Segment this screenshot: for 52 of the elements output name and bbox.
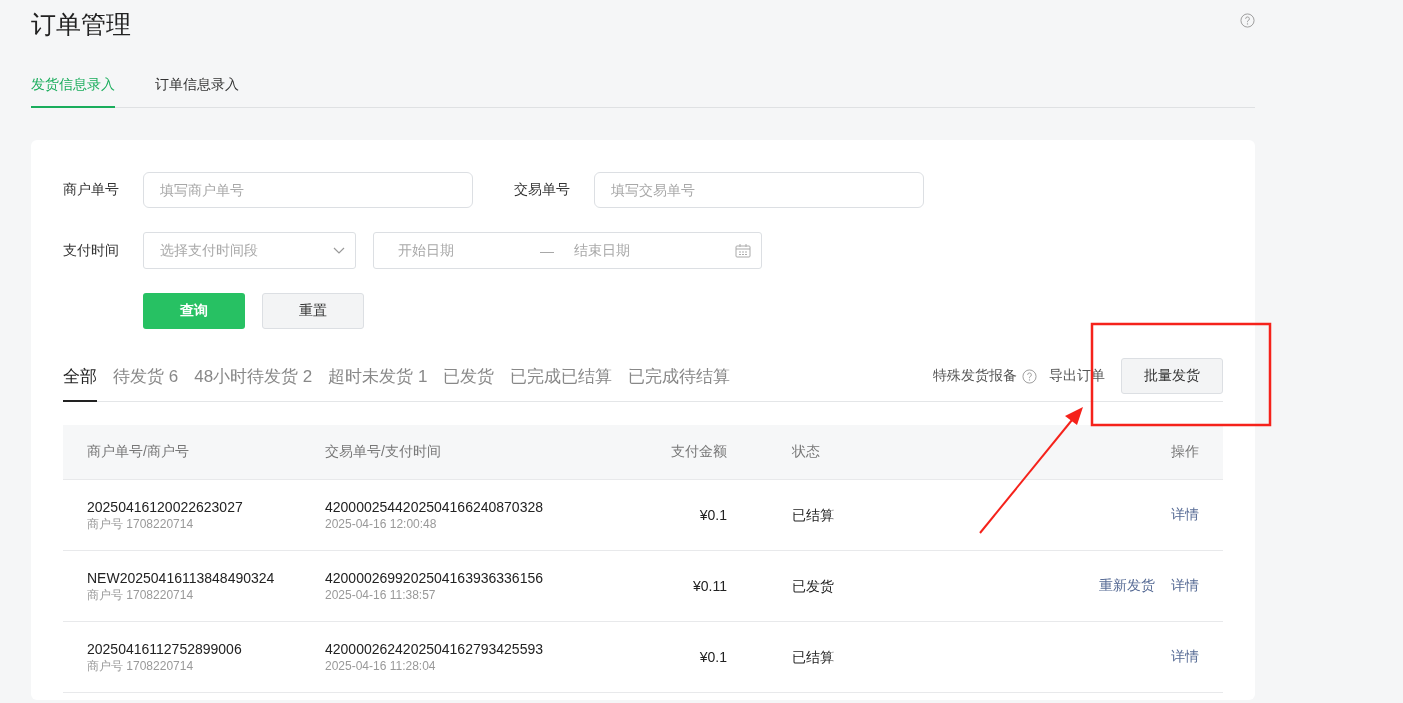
special-report-link[interactable]: 特殊发货报备 bbox=[933, 367, 1017, 385]
column-header: 商户单号/商户号 bbox=[87, 443, 189, 459]
dropdown-placeholder: 选择支付时间段 bbox=[160, 241, 258, 260]
order-status: 已结算 bbox=[792, 507, 834, 523]
status-tab[interactable]: 已发货 bbox=[443, 365, 495, 402]
status-tab[interactable]: 已完成已结算 bbox=[510, 365, 613, 402]
reship-link[interactable]: 重新发货 bbox=[1099, 577, 1155, 593]
column-header: 操作 bbox=[1171, 443, 1199, 459]
detail-link[interactable]: 详情 bbox=[1171, 577, 1199, 593]
help-icon[interactable] bbox=[1022, 368, 1037, 384]
merchant-id: 商户号 1708220714 bbox=[87, 516, 195, 532]
column-header: 支付金额 bbox=[671, 443, 727, 459]
merchant-order-number: 20250416112752899006 bbox=[87, 640, 243, 658]
status-tab[interactable]: 待发货 6 bbox=[113, 365, 179, 402]
merchant-order-number: NEW20250416113848490324 bbox=[87, 569, 276, 587]
tab[interactable]: 订单信息录入 bbox=[155, 76, 239, 108]
batch-ship-button[interactable]: 批量发货 bbox=[1121, 358, 1223, 394]
merchant-order-number: 20250416120022623027 bbox=[87, 498, 244, 516]
field-label: 商户单号 bbox=[63, 181, 120, 199]
status-tab[interactable]: 48小时待发货 2 bbox=[194, 365, 313, 402]
amount: ¥0.11 bbox=[693, 578, 727, 594]
trade-order-number: 4200002544202504166240870328 bbox=[325, 498, 544, 516]
field-label: 交易单号 bbox=[514, 181, 571, 199]
trade-order-field[interactable]: 填写交易单号 bbox=[594, 172, 924, 208]
detail-link[interactable]: 详情 bbox=[1171, 506, 1199, 522]
amount: ¥0.1 bbox=[699, 507, 727, 523]
status-tab[interactable]: 超时未发货 1 bbox=[328, 365, 428, 402]
column-header: 交易单号/支付时间 bbox=[325, 443, 441, 459]
pay-time: 2025-04-16 11:38:57 bbox=[325, 587, 437, 603]
pay-time: 2025-04-16 11:28:04 bbox=[325, 658, 437, 674]
field-label: 支付时间 bbox=[63, 241, 120, 260]
order-status: 已发货 bbox=[792, 578, 834, 594]
reset-button[interactable]: 重置 bbox=[262, 293, 364, 329]
merchant-order-field[interactable]: 填写商户单号 bbox=[143, 172, 473, 208]
amount: ¥0.1 bbox=[699, 649, 727, 665]
help-icon[interactable] bbox=[1240, 13, 1255, 28]
trade-order-number: 4200002624202504162793425593 bbox=[325, 640, 544, 658]
start-date-placeholder: 开始日期 bbox=[398, 241, 455, 260]
calendar-icon bbox=[735, 243, 751, 258]
end-date-placeholder: 结束日期 bbox=[574, 241, 631, 260]
detail-link[interactable]: 详情 bbox=[1171, 648, 1199, 664]
merchant-id: 商户号 1708220714 bbox=[87, 658, 195, 674]
status-tab[interactable]: 已完成待结算 bbox=[628, 365, 731, 402]
column-header: 状态 bbox=[792, 443, 820, 459]
range-separator: — bbox=[540, 242, 555, 259]
status-tab[interactable]: 全部 bbox=[63, 365, 97, 402]
order-status: 已结算 bbox=[792, 649, 834, 665]
pay-time: 2025-04-16 12:00:48 bbox=[325, 516, 438, 532]
page-title: 订单管理 bbox=[31, 9, 131, 40]
merchant-id: 商户号 1708220714 bbox=[87, 587, 195, 603]
trade-order-number: 4200002699202504163936336156 bbox=[325, 569, 544, 587]
chevron-down-icon bbox=[333, 246, 345, 255]
